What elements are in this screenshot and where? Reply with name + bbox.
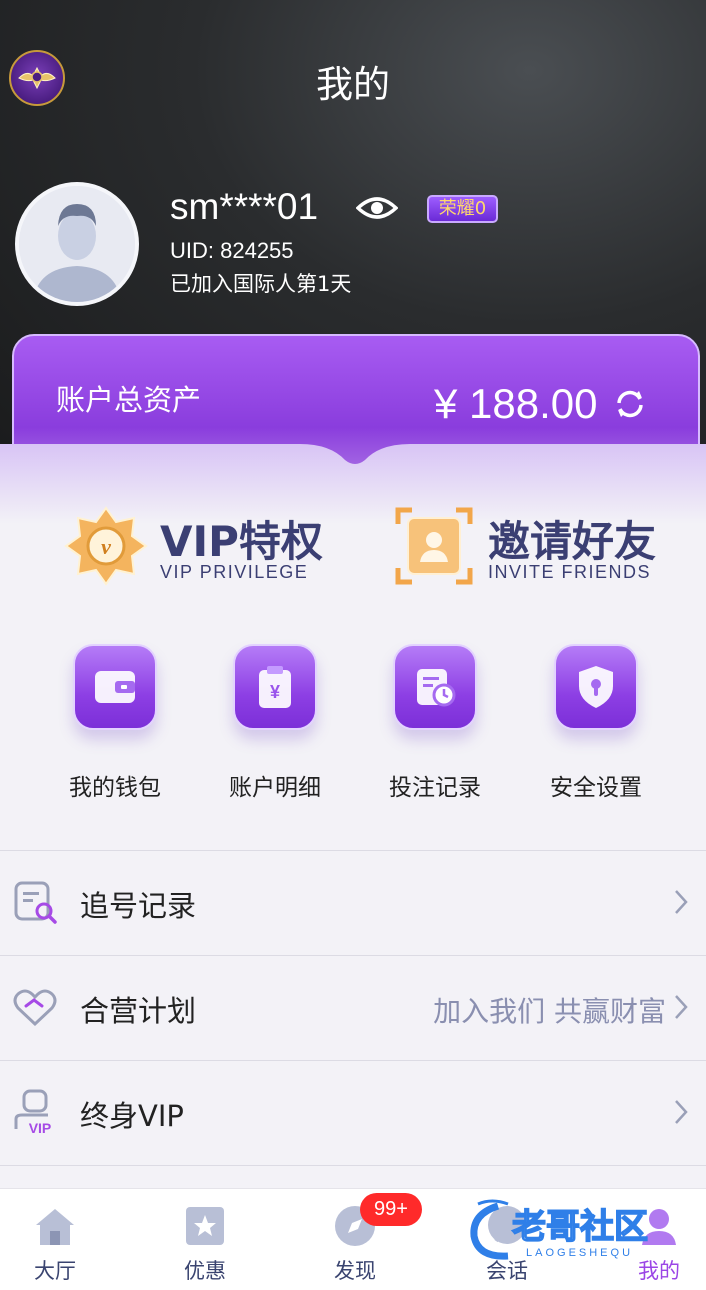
tab-label: 发现 bbox=[334, 1259, 376, 1283]
security-shield-icon bbox=[554, 644, 638, 730]
vip-badge-icon: v bbox=[64, 506, 148, 586]
svg-text:LAOGESHEQU: LAOGESHEQU bbox=[526, 1247, 633, 1259]
tab-label: 优惠 bbox=[184, 1259, 226, 1283]
quick-action-label: 账户明细 bbox=[229, 775, 321, 801]
menu-item-partnership[interactable]: 合营计划 加入我们 共赢财富 bbox=[0, 956, 706, 1060]
discover-notification-badge: 99+ bbox=[360, 1193, 422, 1226]
eye-icon[interactable] bbox=[355, 190, 399, 226]
total-assets-value: ¥ 188.00 bbox=[434, 380, 598, 427]
tab-label: 大厅 bbox=[34, 1259, 76, 1283]
account-detail-icon: ¥ bbox=[233, 644, 317, 730]
refresh-icon[interactable] bbox=[613, 387, 647, 421]
home-icon bbox=[36, 1209, 74, 1245]
tab-lobby[interactable]: 大厅 bbox=[0, 1189, 110, 1290]
svg-text:v: v bbox=[101, 534, 111, 559]
partnership-icon bbox=[13, 989, 57, 1027]
invite-friends-banner[interactable]: 邀请好友 INVITE FRIENDS bbox=[392, 500, 682, 600]
invite-friends-icon bbox=[395, 507, 473, 585]
lifetime-vip-icon: VIP bbox=[14, 1089, 52, 1135]
promo-star-icon bbox=[186, 1207, 224, 1245]
default-avatar-icon bbox=[19, 186, 135, 302]
chevron-right-icon bbox=[675, 1100, 688, 1124]
username: sm****01 bbox=[170, 186, 319, 227]
menu-item-label: 合营计划 bbox=[80, 994, 197, 1028]
menu-item-label: 追号记录 bbox=[80, 889, 197, 923]
quick-action-security[interactable]: 安全设置 bbox=[536, 644, 656, 802]
invite-friends-title: 邀请好友 bbox=[488, 517, 657, 566]
user-id: UID: 824255 bbox=[170, 238, 294, 263]
quick-action-wallet[interactable]: 我的钱包 bbox=[55, 644, 175, 802]
partnership-slogan: 加入我们 共赢财富 bbox=[433, 995, 666, 1028]
menu-item-lifetime-vip[interactable]: VIP 终身VIP bbox=[0, 1061, 706, 1165]
invite-friends-subtitle: INVITE FRIENDS bbox=[488, 562, 652, 582]
quick-action-label: 安全设置 bbox=[550, 775, 642, 801]
chase-record-icon bbox=[14, 881, 57, 924]
vip-privilege-banner[interactable]: v VIP特权 VIP PRIVILEGE bbox=[64, 500, 334, 600]
quick-action-bet-record[interactable]: 投注记录 bbox=[375, 644, 495, 802]
page-title: 我的 bbox=[316, 63, 390, 106]
menu-item-label: 终身VIP bbox=[80, 1099, 184, 1133]
chevron-right-icon bbox=[675, 995, 688, 1019]
chevron-right-icon bbox=[675, 890, 688, 914]
svg-text:老哥社区: 老哥社区 bbox=[512, 1207, 648, 1247]
avatar[interactable] bbox=[15, 182, 139, 306]
quick-action-label: 投注记录 bbox=[389, 775, 481, 801]
menu-divider bbox=[0, 1165, 706, 1166]
vip-privilege-title: VIP特权 bbox=[160, 517, 323, 566]
bet-record-icon bbox=[393, 644, 477, 730]
wallet-icon bbox=[73, 644, 157, 730]
quick-action-account-detail[interactable]: ¥ 账户明细 bbox=[215, 644, 335, 802]
join-days: 已加入国际人第1天 bbox=[170, 272, 352, 296]
vip-privilege-subtitle: VIP PRIVILEGE bbox=[160, 562, 309, 582]
level-badge: 荣耀0 bbox=[427, 195, 498, 223]
quick-action-label: 我的钱包 bbox=[69, 775, 161, 801]
svg-text:VIP: VIP bbox=[29, 1120, 52, 1135]
svg-text:¥: ¥ bbox=[270, 682, 280, 702]
total-assets-label: 账户总资产 bbox=[56, 383, 202, 417]
tab-promotions[interactable]: 优惠 bbox=[150, 1189, 260, 1290]
menu-item-chase-record[interactable]: 追号记录 bbox=[0, 851, 706, 955]
watermark-logo: 老哥社区 LAOGESHEQU bbox=[468, 1196, 698, 1264]
